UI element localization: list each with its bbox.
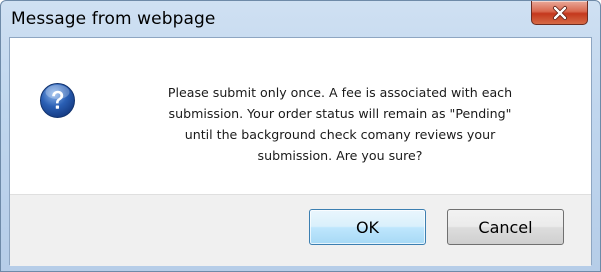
- message-area: Please submit only once. A fee is associ…: [10, 38, 591, 194]
- dialog-titlebar[interactable]: Message from webpage: [1, 1, 600, 37]
- close-icon: [552, 5, 567, 20]
- dialog-title: Message from webpage: [11, 9, 216, 29]
- ok-button[interactable]: OK: [309, 209, 426, 245]
- message-line: until the background check comany review…: [184, 127, 496, 142]
- close-button[interactable]: [531, 1, 588, 25]
- message-line: Please submit only once. A fee is associ…: [167, 85, 513, 100]
- message-line: submission. Are you sure?: [257, 148, 423, 163]
- message-line: submission. Your order status will remai…: [168, 106, 512, 121]
- question-icon: [40, 83, 75, 118]
- button-bar: OK Cancel: [10, 194, 591, 266]
- message-dialog: Message from webpage Please submit only …: [0, 0, 601, 272]
- dialog-message: Please submit only once. A fee is associ…: [110, 82, 570, 166]
- dialog-body: Please submit only once. A fee is associ…: [9, 37, 592, 266]
- cancel-button[interactable]: Cancel: [447, 209, 564, 245]
